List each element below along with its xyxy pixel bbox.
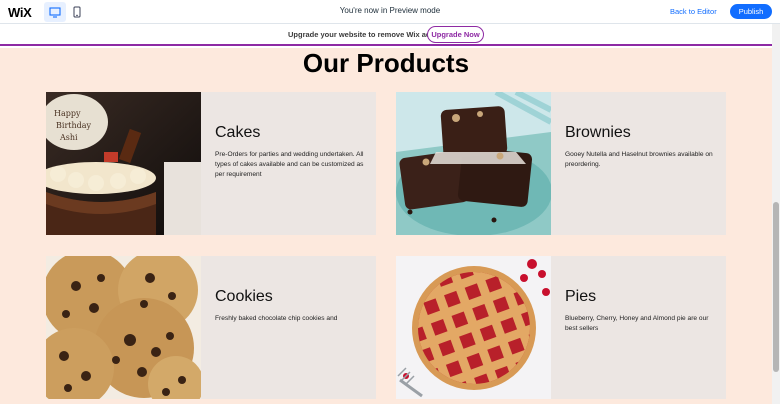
- back-to-editor-link[interactable]: Back to Editor: [670, 7, 717, 16]
- product-description: Gooey Nutella and Haselnut brownies avai…: [565, 151, 713, 169]
- page-heading: Our Products: [302, 48, 470, 78]
- cookies-image: [46, 256, 201, 399]
- publish-button[interactable]: Publish: [730, 4, 772, 19]
- page-scrollbar[interactable]: [772, 24, 780, 404]
- mobile-icon: [73, 6, 81, 18]
- upgrade-now-button[interactable]: Upgrade Now: [427, 26, 484, 43]
- upgrade-banner-text: Upgrade your website to remove Wix ads: [288, 30, 435, 39]
- product-title: Brownies: [565, 124, 631, 141]
- product-card-pies: Pies Blueberry, Cherry, Honey and Almond…: [396, 256, 726, 399]
- preview-window: WiX You're now in Preview mode Back to E…: [0, 0, 780, 404]
- desktop-icon: [49, 6, 61, 18]
- mobile-view-button[interactable]: [66, 2, 88, 22]
- wix-logo: WiX: [8, 5, 32, 20]
- site-page: Our Products Happy Birthday Ashi Cakes P…: [0, 48, 772, 404]
- product-card-cookies: Cookies Freshly baked chocolate chip coo…: [46, 256, 376, 399]
- svg-text:Birthday: Birthday: [56, 121, 92, 130]
- upgrade-banner: Upgrade your website to remove Wix ads U…: [0, 24, 772, 46]
- product-title: Cakes: [215, 124, 261, 141]
- svg-text:Happy: Happy: [54, 109, 81, 118]
- pie-image: [396, 256, 551, 399]
- product-description: Blueberry, Cherry, Honey and Almond pie …: [565, 315, 709, 333]
- product-title: Pies: [565, 288, 597, 305]
- product-description: Freshly baked chocolate chip cookies and: [215, 315, 338, 322]
- product-description: Pre-Orders for parties and wedding under…: [215, 151, 364, 179]
- desktop-view-button[interactable]: [44, 2, 66, 22]
- product-card-brownies: Brownies Gooey Nutella and Haselnut brow…: [396, 92, 726, 235]
- product-title: Cookies: [215, 288, 273, 305]
- svg-text:Ashi: Ashi: [59, 133, 78, 142]
- preview-toolbar: WiX You're now in Preview mode Back to E…: [0, 0, 780, 24]
- product-card-cakes: Happy Birthday Ashi Cakes Pre-Orders for…: [46, 92, 376, 235]
- scrollbar-thumb[interactable]: [773, 202, 779, 372]
- preview-mode-message: You're now in Preview mode: [339, 6, 441, 15]
- cake-image: Happy Birthday Ashi: [46, 92, 201, 235]
- brownies-image: [396, 92, 551, 235]
